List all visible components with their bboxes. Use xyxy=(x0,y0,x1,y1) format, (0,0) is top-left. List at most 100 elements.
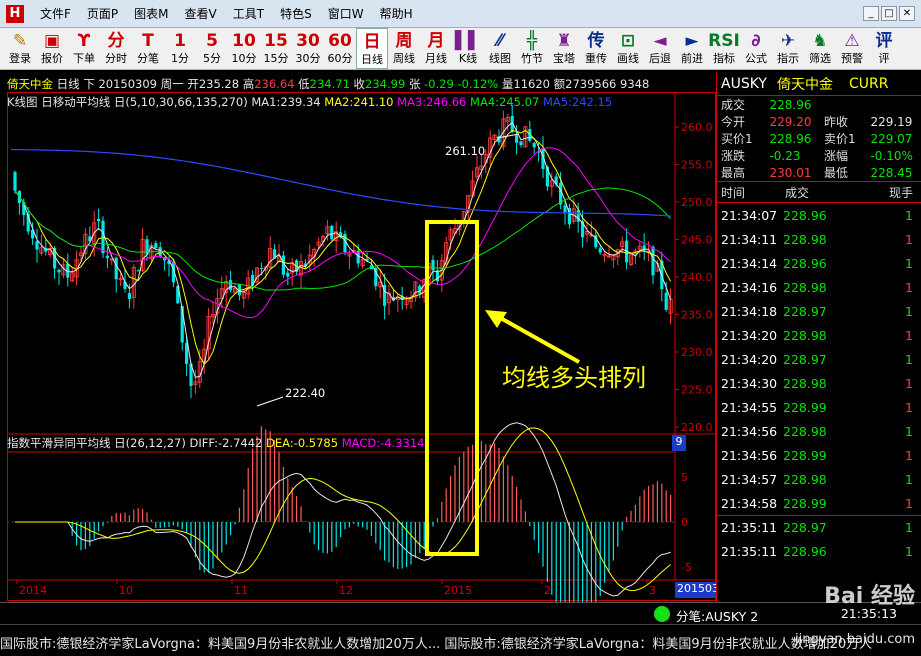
close-button[interactable]: ✕ xyxy=(899,6,915,21)
tick-volume: 1 xyxy=(905,471,913,487)
toolbar-label-19: 画线 xyxy=(617,52,639,65)
tick-price: 228.96 xyxy=(783,543,827,559)
menu-item-6[interactable]: 窗口W xyxy=(320,5,372,22)
toolbar-button-5[interactable]: 1 1分 xyxy=(164,28,196,69)
toolbar-button-15[interactable]: ⁄⁄ 线图 xyxy=(484,28,516,69)
high-label: 高 xyxy=(242,77,255,91)
toolbar-button-8[interactable]: 15 15分 xyxy=(260,28,292,69)
candle-body xyxy=(57,269,61,273)
extra-value: 9348 xyxy=(620,77,650,91)
toolbar-button-18[interactable]: 传重传 xyxy=(580,28,612,69)
toolbar-button-13[interactable]: 月月线 xyxy=(420,28,452,69)
toolbar-button-11[interactable]: 日日线 xyxy=(356,28,388,69)
toolbar-button-24[interactable]: ✈ 指示 xyxy=(772,28,804,69)
ma1-value: MA1:239.34 xyxy=(251,95,321,109)
toolbar-button-19[interactable]: ⊡ 画线 xyxy=(612,28,644,69)
toolbar-button-16[interactable]: ╬ 竹节 xyxy=(516,28,548,69)
toolbar-label-24: 指示 xyxy=(777,52,799,65)
toolbar-label-21: 前进 xyxy=(681,52,703,65)
toolbar-icon-0: ✎ xyxy=(12,31,28,51)
tick-time: 21:34:16 xyxy=(721,279,778,295)
toolbar-button-20[interactable]: ◄ 后退 xyxy=(644,28,676,69)
menu-item-1[interactable]: 页面P xyxy=(79,5,126,22)
toolbar-button-3[interactable]: 分分时 xyxy=(100,28,132,69)
date-tick-label: 2014 xyxy=(19,584,47,597)
price-tick-label: 220.0 xyxy=(681,421,713,434)
toolbar-button-22[interactable]: RSI 指标 xyxy=(708,28,740,69)
toolbar-button-26[interactable]: ⚠ 预警 xyxy=(836,28,868,69)
toolbar-button-0[interactable]: ✎ 登录 xyxy=(4,28,36,69)
toolbar-button-9[interactable]: 30 30分 xyxy=(292,28,324,69)
toolbar-button-17[interactable]: ♜ 宝塔 xyxy=(548,28,580,69)
candle-body xyxy=(101,220,105,254)
ma4-line xyxy=(14,187,671,291)
toolbar-button-27[interactable]: 评评 xyxy=(868,28,900,69)
toolbar-button-10[interactable]: 60 60分 xyxy=(324,28,356,69)
toolbar-label-15: 线图 xyxy=(489,52,511,65)
toolbar-button-2[interactable]: ϒ 下单 xyxy=(68,28,100,69)
tick-time: 21:34:07 xyxy=(721,207,778,223)
toolbar-icon-14: ▌▌ xyxy=(454,31,482,51)
toolbar-button-6[interactable]: 5 5分 xyxy=(196,28,228,69)
menu-item-2[interactable]: 图表M xyxy=(126,5,176,22)
dea-value: DEA:-0.5785 xyxy=(266,436,339,450)
menu-bar: 文件F 页面P 图表M 查看V 工具T 特色S 窗口W 帮助H xyxy=(32,5,421,22)
menu-item-0[interactable]: 文件F xyxy=(32,5,79,22)
toolbar-button-1[interactable]: ▣ 报价 xyxy=(36,28,68,69)
restore-button[interactable]: □ xyxy=(881,6,897,21)
news-ticker[interactable]: 国际股市:德银经济学家LaVorgna：料美国9月份非农就业人数增加20万人..… xyxy=(0,624,921,656)
toolbar-label-3: 分时 xyxy=(105,52,127,65)
ma5-line xyxy=(10,148,672,217)
menu-item-5[interactable]: 特色S xyxy=(272,5,320,22)
quote-value: 230.01 xyxy=(769,165,812,180)
toolbar-button-12[interactable]: 周周线 xyxy=(388,28,420,69)
tick-row: 21:35:11 228.96 1 xyxy=(717,539,921,563)
toolbar-label-14: K线 xyxy=(458,52,478,65)
tick-price: 228.97 xyxy=(783,520,827,535)
tick-time: 21:34:56 xyxy=(721,447,778,463)
quote-value: 228.96 xyxy=(769,131,812,146)
tick-row: 21:34:56 228.99 1 xyxy=(717,443,921,467)
candle-body xyxy=(515,135,519,143)
toolbar-icon-3: 分 xyxy=(107,31,125,51)
toolbar-button-7[interactable]: 10 10分 xyxy=(228,28,260,69)
tick-row: 21:34:20 228.97 1 xyxy=(717,347,921,371)
toolbar-button-23[interactable]: ∂ 公式 xyxy=(740,28,772,69)
tick-volume: 1 xyxy=(905,495,913,511)
candle-body xyxy=(532,143,536,148)
minimize-button[interactable]: _ xyxy=(863,6,879,21)
toolbar-button-14[interactable]: ▌▌ K线 xyxy=(452,28,484,69)
toolbar-button-25[interactable]: ♞ 筛选 xyxy=(804,28,836,69)
toolbar-icon-27: 评 xyxy=(875,31,893,51)
toolbar-button-21[interactable]: ► 前进 xyxy=(676,28,708,69)
ticks-list[interactable]: 21:34:07 228.96 1 21:34:11 228.98 1 21:34:14 22… xyxy=(717,203,921,563)
volume-label: 量 xyxy=(501,77,514,91)
close-label: 收 xyxy=(353,77,366,91)
tick-time: 21:34:14 xyxy=(721,255,778,271)
tick-volume: 1 xyxy=(905,543,913,559)
toolbar-icon-22: RSI xyxy=(708,31,740,51)
high-value: 236.64 xyxy=(254,77,295,91)
tick-price: 228.98 xyxy=(783,423,827,439)
ma-prefix: K线图 日移动平均线 日(5,10,30,66,135,270) xyxy=(7,95,248,109)
toolbar-label-5: 1分 xyxy=(171,52,189,65)
candle-body xyxy=(286,272,290,277)
price-tick-label: 245.0 xyxy=(681,234,713,247)
menu-item-4[interactable]: 工具T xyxy=(225,5,272,22)
kline-chart-panel[interactable]: 260.0 255.0 250.0 245.0 240.0 235.0 230.0 225.0… xyxy=(7,72,735,602)
toolbar-label-20: 后退 xyxy=(649,52,671,65)
tick-price: 228.97 xyxy=(783,351,827,367)
date-tick-label: 2 xyxy=(544,584,551,597)
status-bar: 分笔:AUSKY 2 21:35:13 xyxy=(0,602,921,624)
candle-body xyxy=(114,257,118,280)
tick-volume: 1 xyxy=(905,399,913,415)
tick-row: 21:34:07 228.96 1 xyxy=(717,203,921,227)
tick-time: 21:34:30 xyxy=(721,375,778,391)
bar-weekday: 周一 xyxy=(160,77,184,91)
tick-price: 228.99 xyxy=(783,495,827,511)
tick-row: 21:34:58 228.99 1 xyxy=(717,491,921,515)
menu-item-3[interactable]: 查看V xyxy=(177,5,225,22)
toolbar-button-4[interactable]: T 分笔 xyxy=(132,28,164,69)
quote-row: 今开 229.20 昨收 229.19 xyxy=(717,113,921,130)
menu-item-7[interactable]: 帮助H xyxy=(372,5,421,22)
